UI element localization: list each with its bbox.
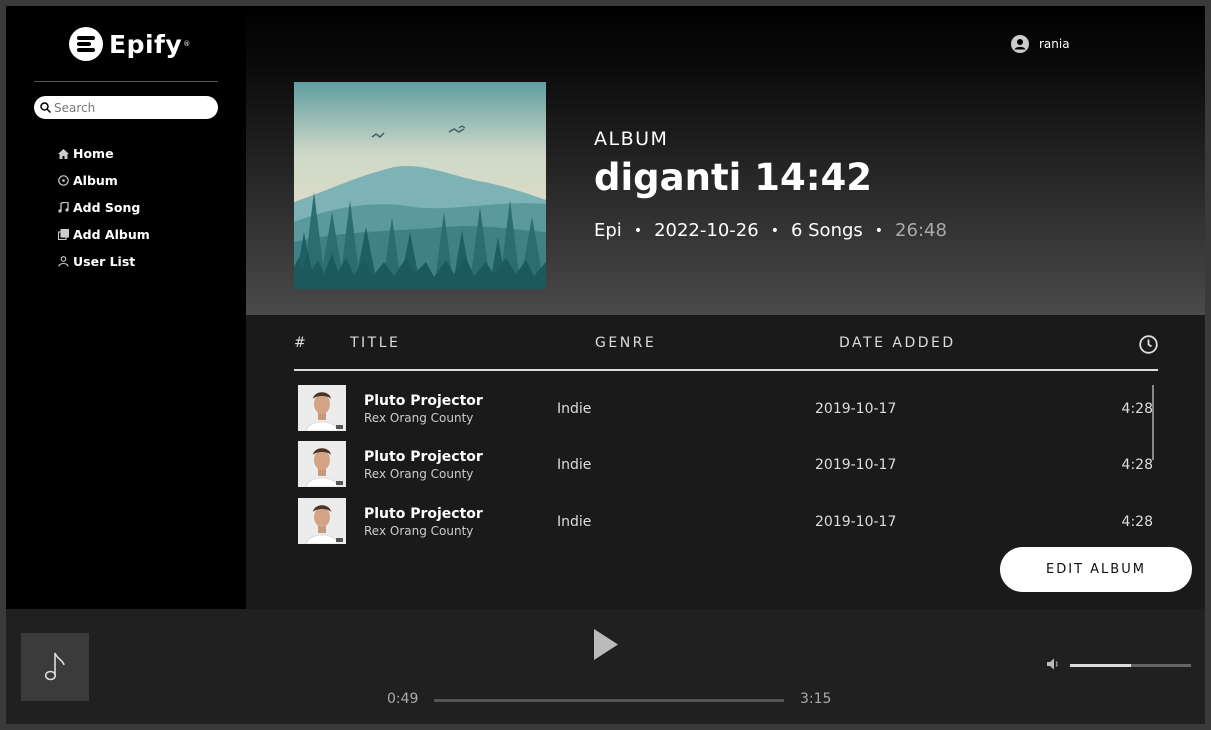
disc-icon	[57, 175, 69, 187]
column-genre[interactable]: GENRE	[595, 335, 656, 351]
music-note-icon	[44, 652, 65, 681]
logo-icon	[69, 27, 103, 61]
sidebar-nav: Home Album Add Song Add Album User List	[57, 140, 150, 275]
song-length: 4:28	[1121, 401, 1153, 417]
brand-name: Epify	[109, 29, 183, 59]
progress-bar[interactable]	[434, 699, 784, 702]
album-meta: Epi • 2022-10-26 • 6 Songs • 26:48	[594, 220, 947, 241]
album-artist[interactable]: Epi	[594, 220, 622, 241]
total-time: 3:15	[800, 691, 832, 707]
brand-registered-mark: ®	[183, 40, 191, 48]
table-row[interactable]: Pluto Projector Rex Orang County Indie 2…	[298, 498, 1158, 546]
sidebar-item-label: Add Album	[73, 227, 150, 242]
player-bar: 0:49 3:15	[6, 609, 1205, 724]
album-cover	[294, 82, 546, 289]
album-type-label: ALBUM	[594, 128, 669, 150]
home-icon	[57, 148, 69, 160]
search-box[interactable]	[34, 96, 218, 119]
song-thumbnail	[298, 441, 346, 488]
sidebar-item-add-album[interactable]: Add Album	[57, 221, 150, 248]
column-date-added[interactable]: DATE ADDED	[839, 335, 956, 351]
table-row[interactable]: Pluto Projector Rex Orang County Indie 2…	[298, 385, 1158, 433]
sidebar: Epify ® Home Album Add Song Add Album	[6, 6, 246, 609]
window-frame: Epify ® Home Album Add Song Add Album	[0, 0, 1211, 730]
sidebar-item-label: Add Song	[73, 200, 141, 215]
song-thumbnail	[298, 385, 346, 432]
song-artist[interactable]: Rex Orang County	[364, 411, 473, 425]
search-input[interactable]	[54, 100, 204, 115]
album-release-date: 2022-10-26	[654, 220, 759, 241]
person-icon	[57, 256, 69, 268]
song-thumbnail	[298, 498, 346, 545]
song-date-added: 2019-10-17	[815, 514, 897, 530]
sidebar-item-label: Home	[73, 146, 114, 161]
table-scrollbar[interactable]	[1152, 385, 1154, 460]
sidebar-item-album[interactable]: Album	[57, 167, 150, 194]
volume-fill	[1070, 664, 1131, 667]
album-song-count: 6 Songs	[790, 220, 863, 241]
sidebar-divider	[34, 81, 218, 82]
meta-separator: •	[633, 222, 643, 239]
main-content: rania ALBUM diganti 14:42 Epi • 2022-10-…	[246, 6, 1205, 609]
sidebar-item-label: User List	[73, 254, 136, 269]
user-menu[interactable]: rania	[1011, 35, 1070, 53]
clock-icon[interactable]	[1139, 335, 1158, 354]
song-genre: Indie	[557, 457, 592, 473]
song-length: 4:28	[1121, 514, 1153, 530]
edit-album-button[interactable]: EDIT ALBUM	[1000, 547, 1192, 592]
meta-separator: •	[874, 222, 884, 239]
search-icon	[40, 102, 51, 113]
song-title[interactable]: Pluto Projector	[364, 506, 483, 522]
volume-slider[interactable]	[1070, 664, 1191, 667]
meta-separator: •	[770, 222, 779, 239]
table-row[interactable]: Pluto Projector Rex Orang County Indie 2…	[298, 441, 1158, 489]
song-genre: Indie	[557, 514, 592, 530]
column-title[interactable]: TITLE	[350, 335, 400, 351]
song-genre: Indie	[557, 401, 592, 417]
album-title: diganti 14:42	[594, 156, 872, 199]
sidebar-item-home[interactable]: Home	[57, 140, 150, 167]
username: rania	[1039, 37, 1070, 51]
user-circle-icon	[1011, 35, 1029, 53]
sidebar-item-add-song[interactable]: Add Song	[57, 194, 150, 221]
song-length: 4:28	[1121, 457, 1153, 473]
column-number: #	[294, 335, 309, 351]
song-date-added: 2019-10-17	[815, 457, 897, 473]
album-header: rania ALBUM diganti 14:42 Epi • 2022-10-…	[246, 6, 1205, 315]
song-artist[interactable]: Rex Orang County	[364, 524, 473, 538]
song-date-added: 2019-10-17	[815, 401, 897, 417]
current-time: 0:49	[387, 691, 419, 707]
sidebar-item-user-list[interactable]: User List	[57, 248, 150, 275]
now-playing-artwork	[21, 633, 89, 701]
table-header: # TITLE GENRE DATE ADDED	[294, 333, 1158, 371]
stacked-squares-icon	[57, 229, 69, 241]
song-title[interactable]: Pluto Projector	[364, 393, 483, 409]
song-artist[interactable]: Rex Orang County	[364, 467, 473, 481]
song-title[interactable]: Pluto Projector	[364, 449, 483, 465]
sidebar-item-label: Album	[73, 173, 118, 188]
logo[interactable]: Epify ®	[69, 27, 190, 61]
speaker-icon[interactable]	[1047, 658, 1060, 670]
music-note-icon	[57, 202, 69, 214]
app: Epify ® Home Album Add Song Add Album	[6, 6, 1205, 724]
album-duration: 26:48	[895, 220, 947, 241]
play-icon[interactable]	[594, 629, 618, 660]
